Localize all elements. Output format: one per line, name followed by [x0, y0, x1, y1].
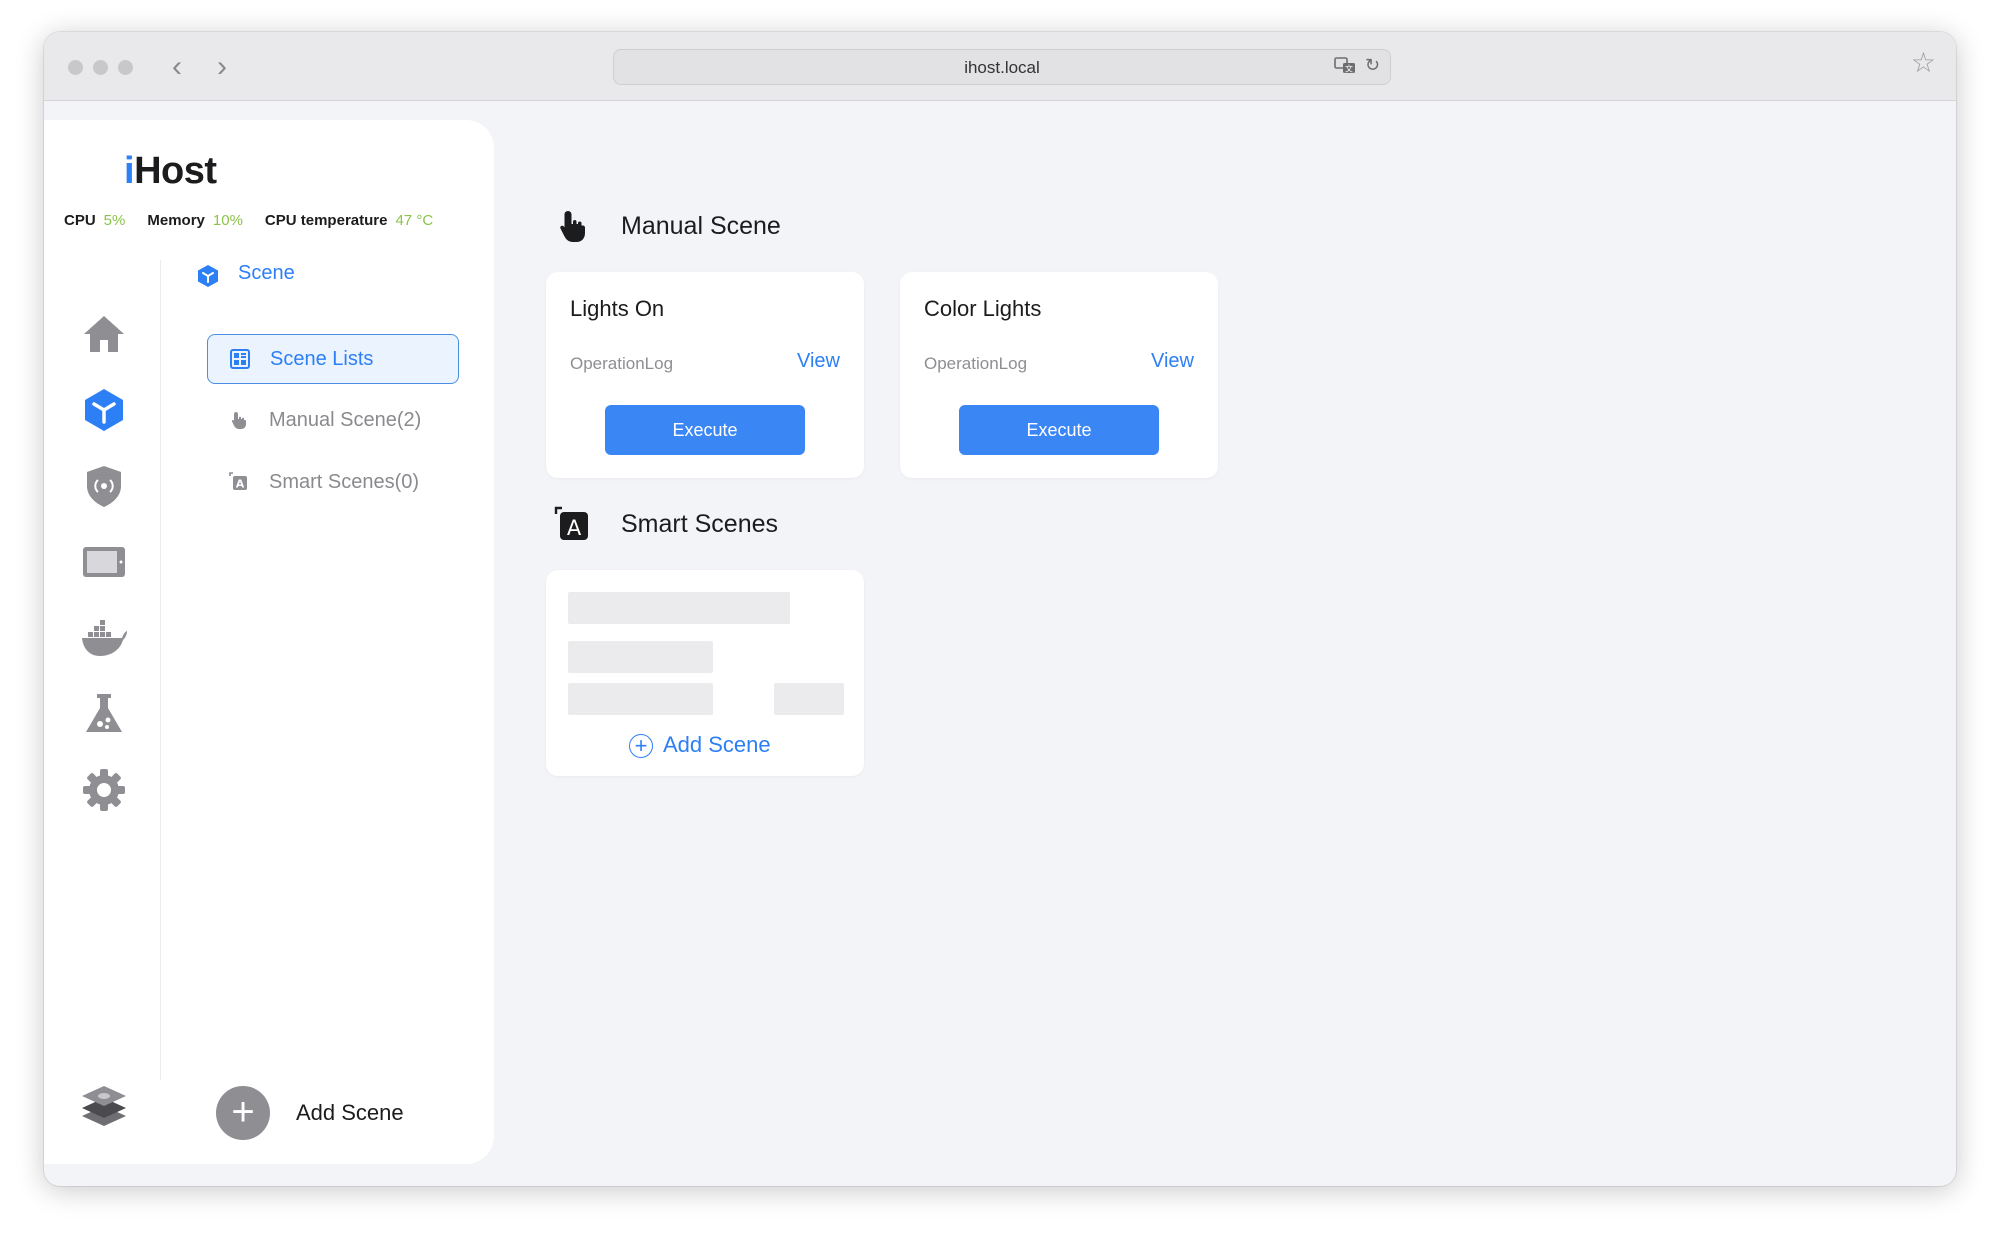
sidebar: iHost CPU 5% Memory 10% CPU temperature 47 °C: [44, 120, 494, 1164]
scene-section-label: Scene: [238, 262, 295, 284]
operation-log-label: OperationLog: [924, 354, 1028, 373]
back-arrow-icon[interactable]: ‹: [172, 52, 182, 82]
sidebar-item-label: Smart Scenes(0): [269, 471, 420, 493]
skeleton-line: [568, 683, 713, 715]
smart-scene-icon: A: [554, 506, 588, 540]
add-circle-icon: +: [629, 734, 653, 759]
operation-log-label: OperationLog: [570, 354, 674, 373]
hand-pointer-icon: [560, 211, 585, 242]
scene-cube-icon: [198, 265, 218, 287]
translate-icon[interactable]: 文: [1334, 56, 1356, 76]
svg-text:A: A: [236, 478, 245, 491]
scene-card-color-lights: Color Lights OperationLog View Execute: [900, 272, 1218, 478]
sidebar-item-manual-scene[interactable]: Manual Scene(2): [207, 396, 457, 444]
stat-cpu-label: CPU: [64, 212, 96, 229]
svg-text:A: A: [567, 516, 582, 540]
minimize-window-button[interactable]: [93, 60, 108, 75]
sidebar-add-scene-label: Add Scene: [296, 1100, 404, 1125]
scene-card-title: Color Lights: [924, 296, 1042, 321]
stat-memory-value: 10%: [212, 212, 243, 229]
view-log-link[interactable]: View: [1151, 350, 1194, 373]
smart-scene-icon: A: [229, 472, 247, 491]
execute-button[interactable]: Execute: [959, 405, 1159, 455]
view-log-link[interactable]: View: [797, 350, 840, 373]
sidebar-item-label: Manual Scene(2): [269, 409, 422, 431]
security-shield-icon[interactable]: [80, 462, 128, 510]
home-icon[interactable]: [80, 310, 128, 358]
stat-cpu-value: 5%: [103, 212, 126, 229]
manual-scene-title: Manual Scene: [621, 212, 781, 240]
reload-icon[interactable]: ↻: [1365, 55, 1380, 76]
zoom-window-button[interactable]: [118, 60, 133, 75]
scene-list-icon: [230, 349, 250, 369]
forward-arrow-icon[interactable]: ›: [217, 52, 227, 82]
lab-flask-icon[interactable]: [80, 690, 128, 738]
scene-card-title: Lights On: [570, 296, 665, 321]
docker-icon[interactable]: [80, 614, 128, 662]
scene-card-lights-on: Lights On OperationLog View Execute: [546, 272, 864, 478]
sidebar-item-smart-scenes[interactable]: A Smart Scenes(0): [207, 458, 457, 506]
address-bar[interactable]: ihost.local 文 ↻: [613, 49, 1391, 85]
ihost-logo: iHost: [124, 150, 217, 192]
plus-icon: +: [216, 1086, 270, 1140]
smart-scene-placeholder-card: + Add Scene: [546, 570, 864, 776]
rail-divider: [160, 260, 161, 1080]
hand-pointer-icon: [231, 412, 246, 429]
stat-temp-value: 47 °C: [395, 212, 434, 229]
settings-gear-icon[interactable]: [80, 766, 128, 814]
browser-window: ‹ › ihost.local 文 ↻ ☆ iHost CPU 5% Memory 1…: [44, 32, 1956, 1186]
system-stats: CPU 5% Memory 10% CPU temperature 47 °C: [64, 212, 433, 229]
skeleton-line: [568, 641, 713, 673]
svg-text:文: 文: [1345, 64, 1353, 74]
bookmark-star-icon[interactable]: ☆: [1911, 46, 1936, 79]
stat-temp-label: CPU temperature: [264, 212, 388, 229]
add-scene-button[interactable]: + Add Scene: [629, 732, 771, 759]
smart-scenes-title: Smart Scenes: [621, 510, 779, 538]
address-url: ihost.local: [964, 58, 1040, 77]
sidebar-item-scene-lists[interactable]: Scene Lists: [207, 334, 459, 384]
execute-button[interactable]: Execute: [605, 405, 805, 455]
skeleton-line: [568, 592, 790, 624]
add-scene-label: Add Scene: [663, 732, 771, 757]
layers-stack-icon[interactable]: [78, 1080, 130, 1132]
sidebar-item-label: Scene Lists: [270, 348, 374, 370]
stat-memory-label: Memory: [147, 212, 205, 229]
close-window-button[interactable]: [68, 60, 83, 75]
scene-cube-icon[interactable]: [80, 386, 128, 434]
display-icon[interactable]: [80, 538, 128, 586]
browser-toolbar: ‹ › ihost.local 文 ↻ ☆: [44, 32, 1956, 101]
skeleton-line: [774, 683, 844, 715]
